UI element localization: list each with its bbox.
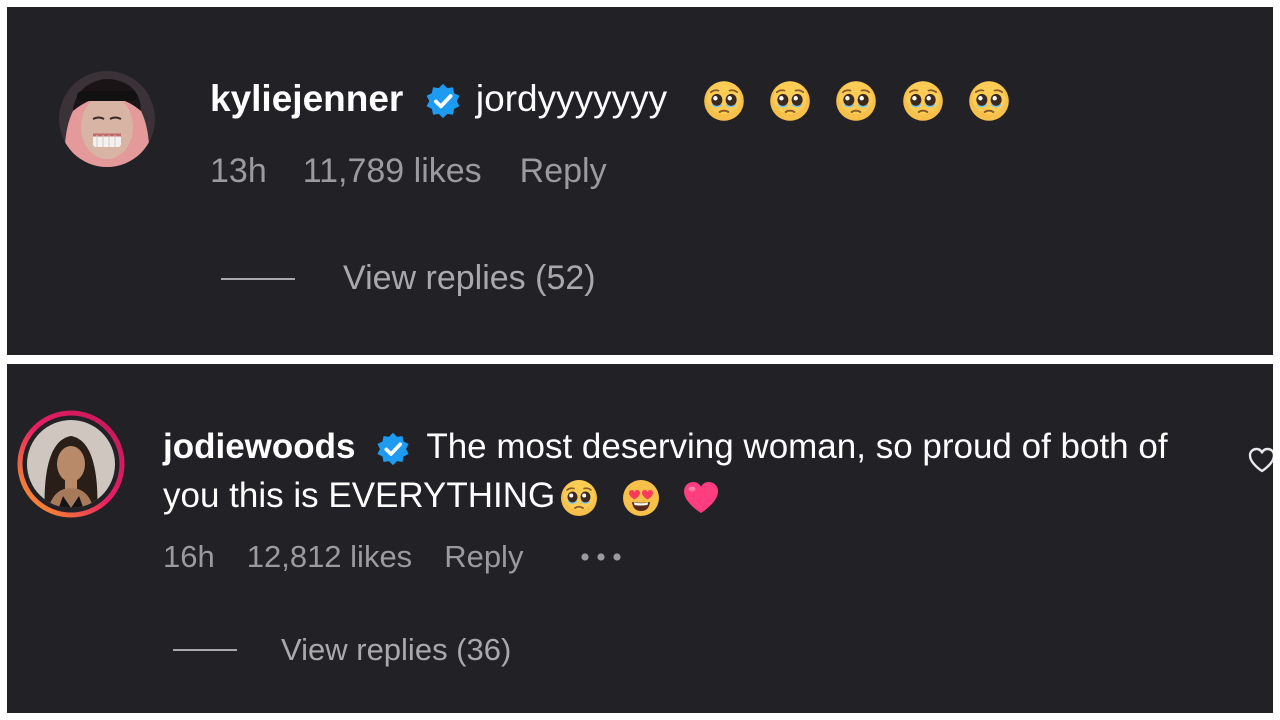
reply-button[interactable]: Reply	[444, 539, 523, 575]
pleading-face-emoji	[901, 79, 945, 123]
username[interactable]: kyliejenner	[210, 78, 403, 119]
username[interactable]: jodiewoods	[163, 427, 356, 466]
comment-text: jordyyyyyyy	[475, 78, 668, 119]
pleading-face-emoji	[834, 79, 878, 123]
story-ring-avatar	[17, 410, 125, 518]
view-replies-label[interactable]: View replies (36)	[281, 632, 511, 668]
comment-panel-2: jodiewoods The most deserving woman, so …	[7, 364, 1273, 713]
reply-button[interactable]: Reply	[520, 152, 607, 191]
comment-meta: 16h 12,812 likes Reply	[163, 539, 625, 575]
star-struck-emoji	[621, 478, 661, 518]
pleading-face-emoji	[702, 79, 746, 123]
pleading-face-emoji	[559, 478, 599, 518]
comment-panel-1: kyliejenner jordyyyyyyy 13h 11,789 likes…	[7, 7, 1273, 355]
view-replies-label[interactable]: View replies (52)	[343, 259, 596, 298]
like-heart-icon[interactable]	[1247, 446, 1273, 474]
verified-badge-icon	[424, 82, 462, 120]
pleading-face-emoji	[967, 79, 1011, 123]
comment-time: 13h	[210, 152, 267, 190]
likes-count[interactable]: 11,789 likes	[303, 152, 482, 191]
comment-body: jodiewoods The most deserving woman, so …	[163, 422, 1203, 520]
replies-divider-line	[221, 277, 295, 280]
replies-divider-line	[173, 649, 237, 651]
pleading-face-emoji	[768, 79, 812, 123]
comment-body: kyliejenner jordyyyyyyy	[210, 73, 1011, 125]
comment-meta: 13h 11,789 likes Reply	[210, 152, 607, 191]
view-replies-button[interactable]: View replies (52)	[221, 259, 596, 298]
view-replies-button[interactable]: View replies (36)	[173, 632, 511, 668]
more-options-icon[interactable]	[579, 551, 625, 563]
comment-time: 16h	[163, 539, 215, 574]
likes-count[interactable]: 12,812 likes	[247, 539, 412, 575]
avatar[interactable]	[59, 71, 155, 167]
avatar[interactable]	[17, 410, 125, 518]
verified-badge-icon	[375, 431, 411, 467]
pink-heart-emoji	[681, 478, 721, 518]
avatar-image	[59, 71, 155, 167]
